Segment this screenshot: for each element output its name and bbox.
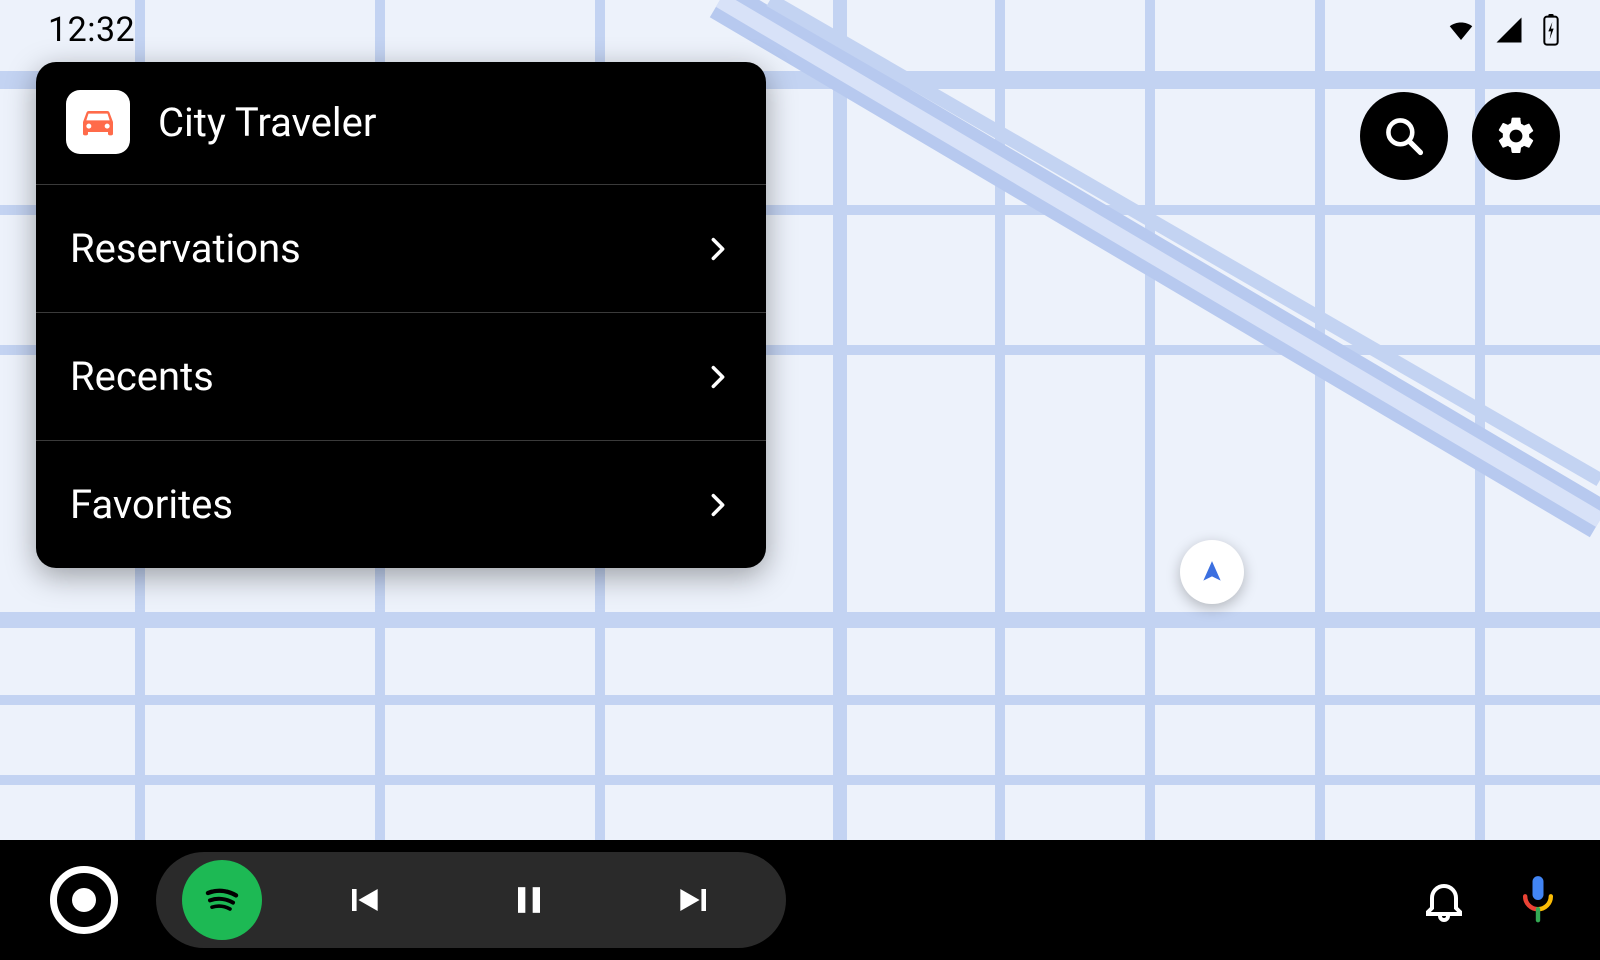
- notifications-button[interactable]: [1420, 876, 1468, 924]
- play-pause-button[interactable]: [464, 860, 594, 940]
- settings-button[interactable]: [1472, 92, 1560, 180]
- gear-icon: [1494, 114, 1538, 158]
- bell-icon: [1420, 876, 1468, 924]
- skip-next-button[interactable]: [630, 860, 760, 940]
- menu-item-label: Favorites: [70, 481, 233, 528]
- battery-charging-icon: [1542, 14, 1560, 46]
- menu-item-label: Reservations: [70, 225, 301, 272]
- chevron-right-icon: [704, 363, 732, 391]
- pause-icon: [507, 878, 551, 922]
- app-icon-badge: [66, 90, 130, 154]
- mic-icon: [1516, 874, 1560, 926]
- home-button[interactable]: [40, 856, 128, 944]
- search-icon: [1382, 114, 1426, 158]
- spotify-app-button[interactable]: [182, 860, 262, 940]
- panel-title: City Traveler: [158, 99, 376, 146]
- menu-item-label: Recents: [70, 353, 214, 400]
- top-fab-row: [1360, 92, 1560, 180]
- bottom-navbar: [0, 840, 1600, 960]
- media-pill: [156, 852, 786, 948]
- skip-next-icon: [673, 878, 717, 922]
- cell-signal-icon: [1494, 15, 1524, 45]
- menu-item-reservations[interactable]: Reservations: [36, 185, 766, 313]
- navigation-arrow-icon: [1199, 559, 1225, 585]
- chevron-right-icon: [704, 491, 732, 519]
- clock: 12:32: [48, 10, 135, 50]
- spotify-icon: [198, 876, 246, 924]
- status-bar: 12:32: [0, 0, 1600, 60]
- search-button[interactable]: [1360, 92, 1448, 180]
- side-panel: City Traveler Reservations Recents Favor…: [36, 62, 766, 568]
- panel-header: City Traveler: [36, 62, 766, 185]
- assistant-button[interactable]: [1516, 874, 1560, 926]
- chevron-right-icon: [704, 235, 732, 263]
- car-icon: [78, 102, 118, 142]
- skip-previous-button[interactable]: [298, 860, 428, 940]
- menu-item-favorites[interactable]: Favorites: [36, 441, 766, 568]
- current-location-marker: [1180, 540, 1244, 604]
- skip-previous-icon: [341, 878, 385, 922]
- home-icon: [50, 866, 118, 934]
- wifi-icon: [1446, 15, 1476, 45]
- menu-item-recents[interactable]: Recents: [36, 313, 766, 441]
